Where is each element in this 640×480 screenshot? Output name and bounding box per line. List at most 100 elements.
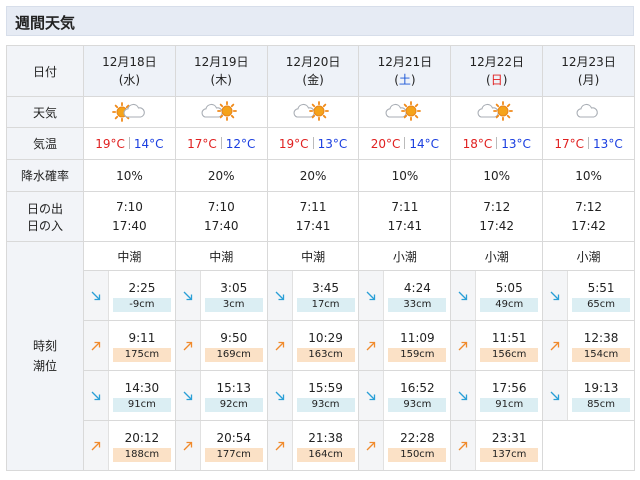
arrow-down-right-icon <box>359 371 385 420</box>
tide-info: 10:29 163cm <box>293 330 359 362</box>
sunrise-sunset-label: 日の出 日の入 <box>6 191 84 242</box>
arrow-down-right-icon <box>84 271 109 320</box>
tide-info: 21:38 164cm <box>293 430 359 462</box>
tide-entry: 14:30 91cm <box>84 371 175 420</box>
tide-level-badge: 65cm <box>572 297 631 312</box>
temp-high: 19°C <box>278 136 309 151</box>
day-of-week: (水) <box>118 73 141 87</box>
weekly-weather-header: 週間天気 <box>6 6 634 36</box>
weather-label-text: 天気 <box>32 105 57 120</box>
tide-level-badge: 93cm <box>388 397 447 412</box>
tide-level-badge: 91cm <box>112 397 171 412</box>
temperature-cell: 17°C 12°C <box>174 127 268 160</box>
tide-level-badge: -9cm <box>112 297 171 312</box>
temp-separator <box>312 136 314 149</box>
day-of-week-char: 水 <box>123 73 136 87</box>
temperature-label-text: 気温 <box>32 137 57 151</box>
date-label-text: 日付 <box>32 64 57 79</box>
temperature-cell: 20°C 14°C <box>358 127 452 160</box>
sunrise-sunset-cell: 7:11 17:41 <box>266 191 360 242</box>
sunset-time: 17:41 <box>387 218 423 233</box>
tide-type-row: 時刻 潮位 中潮 中潮 中潮 小潮 小潮 小潮 <box>6 241 635 471</box>
day-of-week: (木) <box>210 73 232 87</box>
sunset-time: 17:42 <box>479 218 515 233</box>
arrow-up-right-icon <box>175 321 201 370</box>
temp-low: 14°C <box>133 136 164 151</box>
tide-entry: 21:38 164cm <box>267 421 359 470</box>
tide-type-cell: 中潮 <box>266 241 360 271</box>
tide-info: 19:13 85cm <box>568 380 634 412</box>
tide-entry: 17:56 91cm <box>451 371 542 420</box>
temp-high: 19°C <box>95 136 125 151</box>
tide-entry: 15:59 93cm <box>267 371 359 420</box>
arrow-up-right-icon <box>543 321 569 370</box>
sun-shape <box>400 101 421 121</box>
precipitation-cell: 20% <box>174 159 268 192</box>
sunrise-sunset-cell: 7:11 17:41 <box>358 191 452 242</box>
tide-entry: 2:25 -9cm <box>84 271 175 320</box>
tide-time: 14:30 <box>124 380 160 395</box>
arrow-up-right-icon <box>359 321 385 370</box>
arrow-down-right-icon <box>175 271 201 320</box>
weekly-weather-table: 日付 12月18日 (水) 12月19日 (木) 12月20日 (金) 12月21日 (土) 12… <box>6 45 635 471</box>
day-of-week: (土) <box>394 73 416 87</box>
sun-cloud-icon <box>84 101 175 123</box>
temp-separator <box>220 136 222 149</box>
sunrise-time: 7:10 <box>207 199 235 214</box>
day-of-week-char: 日 <box>490 73 503 87</box>
tide-entry: 20:12 188cm <box>84 421 175 470</box>
day-date: 12月22日 <box>469 55 524 69</box>
tide-type-cell: 中潮 <box>174 241 268 271</box>
tide-info: 4:24 33cm <box>384 280 450 312</box>
day-header: 12月19日 (木) <box>174 45 268 97</box>
tide-cell: 19:13 85cm <box>542 370 635 421</box>
tide-info: 11:09 159cm <box>384 330 450 362</box>
arrow-up-right-icon <box>175 421 201 470</box>
day-of-week-char: 金 <box>307 73 320 87</box>
tide-cell: 20:54 177cm <box>174 420 268 471</box>
arrow-up-right-icon <box>267 321 293 370</box>
weather-cell <box>542 96 635 128</box>
weather-row: 天気 <box>6 96 635 128</box>
precipitation-cell: 10% <box>358 159 452 192</box>
sunrise-sunset-row: 日の出 日の入 7:10 17:40 7:10 17:40 7:11 17:41 7:11 17:… <box>6 191 635 242</box>
tide-cell: 3:05 3cm <box>174 270 268 321</box>
tide-info: 9:50 169cm <box>201 330 267 362</box>
day-date: 12月19日 <box>193 55 249 69</box>
tide-level-badge: 175cm <box>112 347 171 362</box>
tide-info: 5:05 49cm <box>476 280 542 312</box>
tide-type-cell: 小潮 <box>358 241 452 271</box>
tide-entry: 16:52 93cm <box>359 371 450 420</box>
temp-separator <box>404 136 406 149</box>
cloud-sun-icon <box>268 101 359 123</box>
tide-level-badge: 154cm <box>572 347 631 362</box>
tide-cell <box>542 420 635 471</box>
day-of-week: (金) <box>302 73 324 87</box>
tide-cell: 17:56 91cm <box>450 370 544 421</box>
temp-high: 20°C <box>370 136 401 151</box>
day-header: 12月23日 (月) <box>542 45 635 97</box>
tide-cell: 23:31 137cm <box>450 420 544 471</box>
tide-info: 16:52 93cm <box>384 380 450 412</box>
tide-level-badge: 49cm <box>480 297 539 312</box>
day-header: 12月18日 (水) <box>83 45 176 97</box>
temp-separator <box>588 136 590 149</box>
tide-entry: 11:51 156cm <box>451 321 542 370</box>
temperature-cell: 18°C 13°C <box>450 127 544 160</box>
day-header: 12月22日 (日) <box>450 45 544 97</box>
temp-low: 12°C <box>225 136 256 151</box>
tide-entry: 22:28 150cm <box>359 421 450 470</box>
tide-entry: 5:05 49cm <box>451 271 542 320</box>
arrow-up-right-icon <box>84 421 109 470</box>
sun-shape <box>217 101 238 121</box>
tide-info: 15:59 93cm <box>293 380 359 412</box>
tide-level-badge: 85cm <box>572 397 631 412</box>
weather-cell <box>83 96 176 128</box>
precipitation-cell: 20% <box>266 159 360 192</box>
tide-cell: 20:12 188cm <box>83 420 176 471</box>
tide-level-badge: 188cm <box>112 447 171 462</box>
day-date: 12月21日 <box>377 55 433 69</box>
tide-label-text-2: 潮位 <box>32 359 57 373</box>
tide-time: 15:13 <box>216 380 252 395</box>
tide-info: 11:51 156cm <box>476 330 542 362</box>
